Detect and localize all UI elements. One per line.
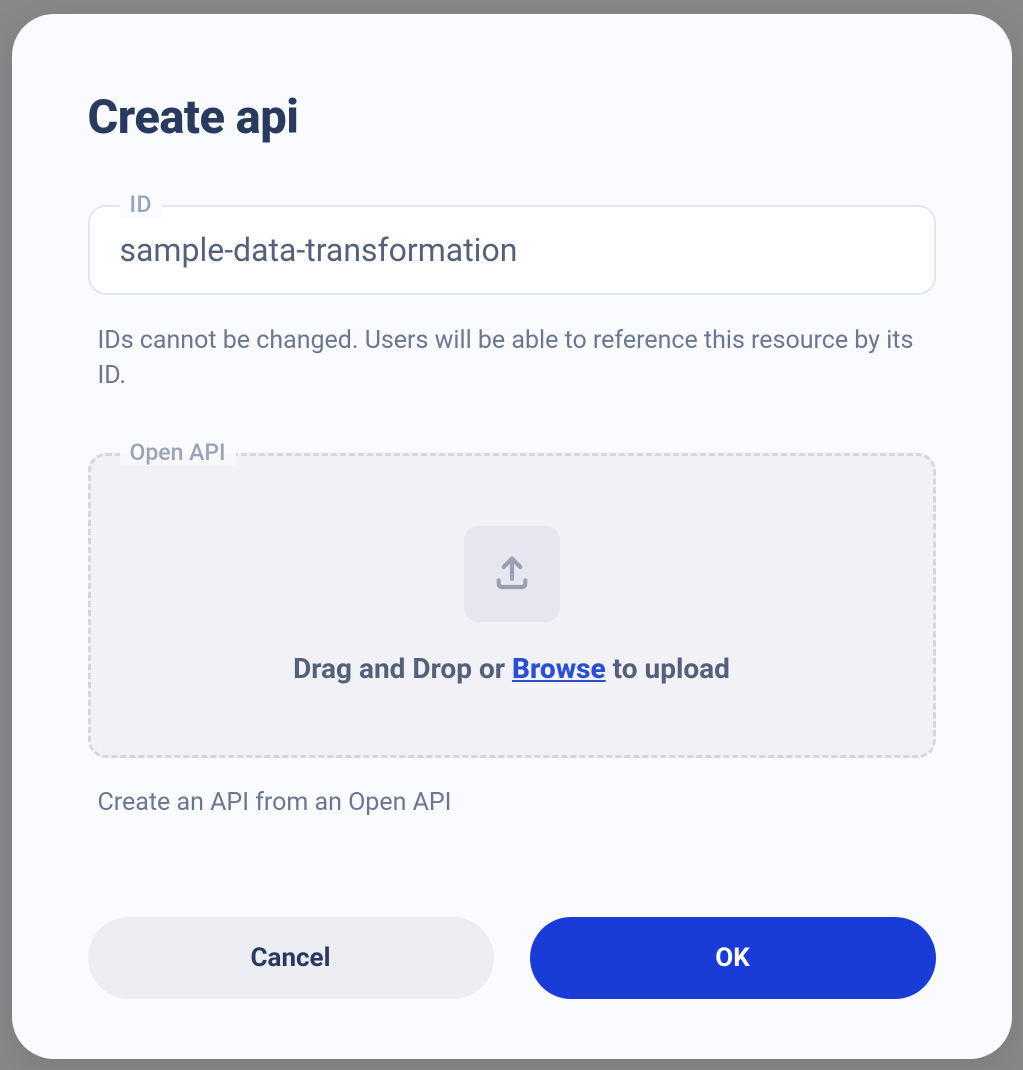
modal-title: Create api <box>88 90 936 145</box>
ok-button[interactable]: OK <box>530 917 936 999</box>
id-field-wrap: ID <box>88 205 936 295</box>
id-input[interactable] <box>88 205 936 295</box>
browse-link[interactable]: Browse <box>512 652 606 685</box>
open-api-dropzone[interactable]: Drag and Drop or Browse to upload <box>88 453 936 758</box>
upload-icon <box>492 552 532 596</box>
upload-text: to upload <box>606 652 730 685</box>
create-api-modal: Create api ID IDs cannot be changed. Use… <box>12 14 1012 1059</box>
cancel-button[interactable]: Cancel <box>88 917 494 999</box>
open-api-field-wrap: Open API Drag and Drop or Browse to uplo… <box>88 453 936 758</box>
id-helper-text: IDs cannot be changed. Users will be abl… <box>88 323 936 393</box>
open-api-helper-text: Create an API from an Open API <box>88 788 936 817</box>
modal-button-row: Cancel OK <box>88 917 936 999</box>
dropzone-text: Drag and Drop or Browse to upload <box>293 652 730 685</box>
id-field-label: ID <box>120 191 163 218</box>
upload-icon-box <box>464 526 560 622</box>
open-api-label: Open API <box>120 439 236 466</box>
drag-text: Drag and Drop or <box>293 652 512 685</box>
